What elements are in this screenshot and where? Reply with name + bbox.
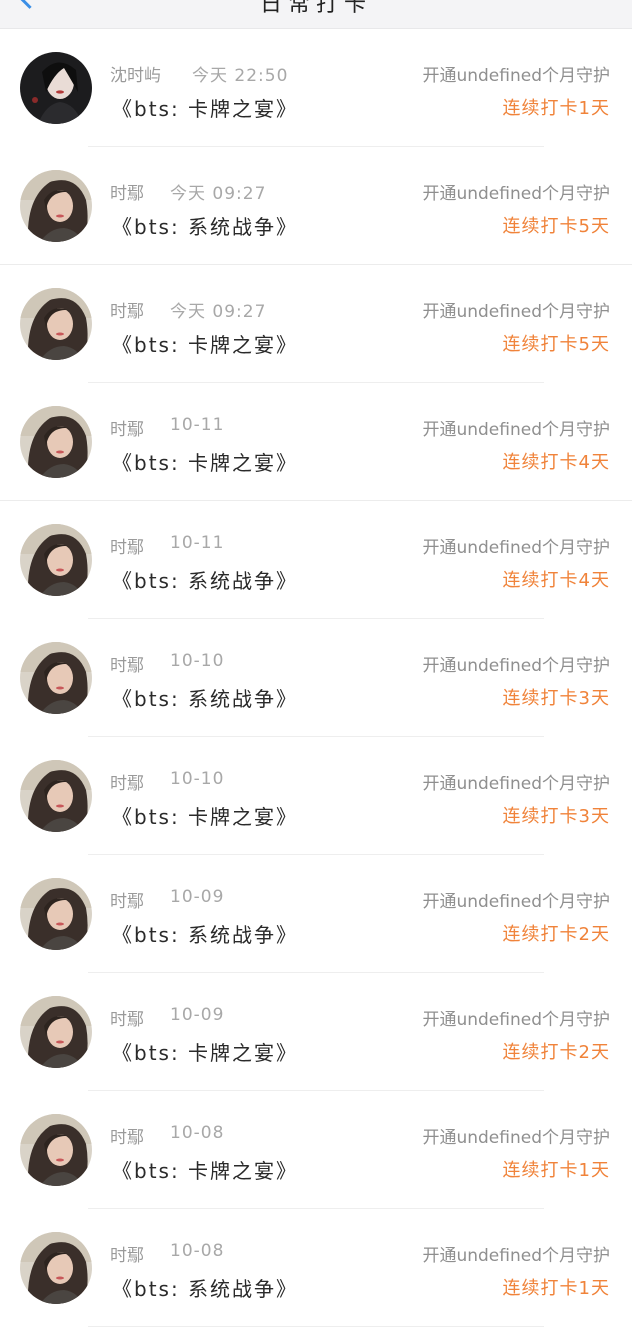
list-item[interactable]: 时鄢 10-10 开通undefined个月守护《bts: 系统战争》 连续打卡3天 — [0, 619, 632, 737]
list-item[interactable]: 时鄢 10-08 开通undefined个月守护《bts: 卡牌之宴》 连续打卡1天 — [0, 1091, 632, 1209]
work-title[interactable]: 《bts: 卡牌之宴》 — [112, 329, 298, 358]
streak-count: 连续打卡1天 — [502, 98, 610, 119]
user-name: 时鄢 — [110, 774, 144, 794]
work-title[interactable]: 《bts: 系统战争》 — [112, 565, 298, 594]
user-name: 时鄢 — [110, 1246, 144, 1266]
user-name: 时鄢 — [110, 892, 144, 912]
user-name: 时鄢 — [110, 538, 144, 558]
guard-status: 开通undefined个月守护 — [422, 1128, 610, 1148]
streak-count: 连续打卡5天 — [502, 334, 610, 355]
checkin-time: 10-11 — [170, 415, 225, 435]
list-item[interactable]: 时鄢 10-11 开通undefined个月守护《bts: 卡牌之宴》 连续打卡4天 — [0, 383, 632, 501]
user-name: 时鄢 — [110, 1128, 144, 1148]
guard-status: 开通undefined个月守护 — [422, 538, 610, 558]
guard-status: 开通undefined个月守护 — [422, 656, 610, 676]
avatar[interactable] — [20, 524, 92, 596]
guard-status: 开通undefined个月守护 — [422, 1010, 610, 1030]
guard-status: 开通undefined个月守护 — [422, 1246, 610, 1266]
checkin-time: 今天 09:27 — [170, 184, 267, 204]
page-title: 日常打卡 — [259, 0, 372, 17]
user-name: 时鄢 — [110, 302, 144, 322]
list-item[interactable]: 时鄢 10-09 开通undefined个月守护《bts: 卡牌之宴》 连续打卡2天 — [0, 973, 632, 1091]
user-name: 沈时屿 — [110, 66, 161, 86]
checkin-time: 10-09 — [170, 887, 225, 907]
avatar[interactable] — [20, 1114, 92, 1186]
streak-count: 连续打卡3天 — [502, 806, 610, 827]
work-title[interactable]: 《bts: 卡牌之宴》 — [112, 801, 298, 830]
work-title[interactable]: 《bts: 系统战争》 — [112, 1273, 298, 1302]
guard-status: 开通undefined个月守护 — [422, 66, 610, 86]
list-item[interactable]: 时鄢 今天 09:27 开通undefined个月守护《bts: 卡牌之宴》 连续打卡… — [0, 265, 632, 383]
avatar[interactable] — [20, 760, 92, 832]
user-name: 时鄢 — [110, 184, 144, 204]
guard-status: 开通undefined个月守护 — [422, 302, 610, 322]
checkin-time: 今天 22:50 — [192, 66, 289, 86]
work-title[interactable]: 《bts: 卡牌之宴》 — [112, 1037, 298, 1066]
checkin-time: 今天 09:27 — [170, 302, 267, 322]
guard-status: 开通undefined个月守护 — [422, 184, 610, 204]
guard-status: 开通undefined个月守护 — [422, 420, 610, 440]
checkin-time: 10-11 — [170, 533, 225, 553]
work-title[interactable]: 《bts: 系统战争》 — [112, 211, 298, 240]
checkin-time: 10-10 — [170, 769, 225, 789]
guard-status: 开通undefined个月守护 — [422, 892, 610, 912]
streak-count: 连续打卡4天 — [502, 570, 610, 591]
work-title[interactable]: 《bts: 卡牌之宴》 — [112, 1155, 298, 1184]
avatar[interactable] — [20, 170, 92, 242]
list-item[interactable]: 时鄢 10-08 开通undefined个月守护《bts: 系统战争》 连续打卡1天 — [0, 1209, 632, 1327]
streak-count: 连续打卡4天 — [502, 452, 610, 473]
streak-count: 连续打卡2天 — [502, 1042, 610, 1063]
guard-status: 开通undefined个月守护 — [422, 774, 610, 794]
avatar[interactable] — [20, 1232, 92, 1304]
work-title[interactable]: 《bts: 卡牌之宴》 — [112, 93, 298, 122]
user-name: 时鄢 — [110, 656, 144, 676]
checkin-list: 沈时屿 今天 22:50 开通undefined个月守护 《bts: 卡牌之宴》 连续打… — [0, 29, 632, 1327]
checkin-time: 10-09 — [170, 1005, 225, 1025]
avatar[interactable] — [20, 406, 92, 478]
streak-count: 连续打卡5天 — [502, 216, 610, 237]
list-item[interactable]: 沈时屿 今天 22:50 开通undefined个月守护《bts: 卡牌之宴》 连续打… — [0, 29, 632, 147]
user-name: 时鄢 — [110, 420, 144, 440]
work-title[interactable]: 《bts: 卡牌之宴》 — [112, 447, 298, 476]
work-title[interactable]: 《bts: 系统战争》 — [112, 919, 298, 948]
streak-count: 连续打卡1天 — [502, 1278, 610, 1299]
checkin-time: 10-10 — [170, 651, 225, 671]
streak-count: 连续打卡1天 — [502, 1160, 610, 1181]
avatar[interactable] — [20, 52, 92, 124]
avatar[interactable] — [20, 288, 92, 360]
checkin-time: 10-08 — [170, 1241, 225, 1261]
avatar[interactable] — [20, 878, 92, 950]
list-item[interactable]: 时鄢 今天 09:27 开通undefined个月守护《bts: 系统战争》 连续打卡… — [0, 147, 632, 265]
avatar[interactable] — [20, 642, 92, 714]
streak-count: 连续打卡3天 — [502, 688, 610, 709]
checkin-time: 10-08 — [170, 1123, 225, 1143]
top-nav-bar: 日常打卡 — [0, 0, 632, 29]
list-item[interactable]: 时鄢 10-11 开通undefined个月守护《bts: 系统战争》 连续打卡4天 — [0, 501, 632, 619]
work-title[interactable]: 《bts: 系统战争》 — [112, 683, 298, 712]
user-name: 时鄢 — [110, 1010, 144, 1030]
avatar[interactable] — [20, 996, 92, 1068]
list-item[interactable]: 时鄢 10-10 开通undefined个月守护《bts: 卡牌之宴》 连续打卡3天 — [0, 737, 632, 855]
list-item[interactable]: 时鄢 10-09 开通undefined个月守护《bts: 系统战争》 连续打卡2天 — [0, 855, 632, 973]
streak-count: 连续打卡2天 — [502, 924, 610, 945]
